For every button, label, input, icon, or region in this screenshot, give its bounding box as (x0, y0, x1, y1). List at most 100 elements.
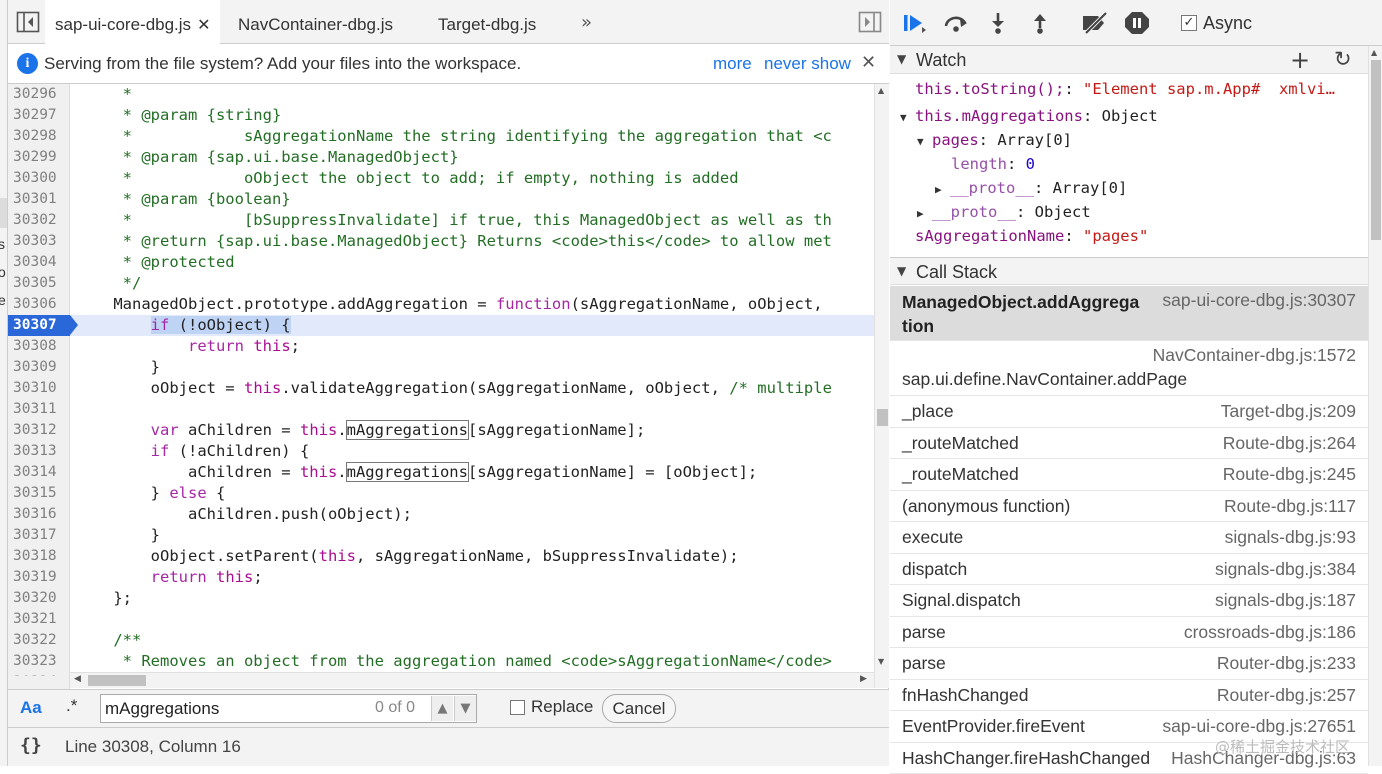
expand-triangle-icon[interactable]: ▼ (917, 130, 932, 154)
scroll-right-icon[interactable]: ▶ (860, 674, 867, 684)
line-number[interactable]: 30298 (8, 126, 70, 147)
code-line[interactable]: 30306 ManagedObject.prototype.addAggrega… (8, 294, 874, 315)
code-text[interactable]: * sAggregationName the string identifyin… (76, 126, 832, 147)
code-line[interactable]: 30315 } else { (8, 483, 874, 504)
code-line[interactable]: 30305 */ (8, 273, 874, 294)
code-line[interactable]: 30323 * Removes an object from the aggre… (8, 651, 874, 672)
scrollbar-thumb[interactable] (88, 675, 146, 686)
code-line[interactable]: 30316 aChildren.push(oObject); (8, 504, 874, 525)
line-number[interactable]: 30310 (8, 378, 70, 399)
call-frame[interactable]: _routeMatchedRoute-dbg.js:264 (890, 428, 1368, 460)
scrollbar-thumb[interactable] (877, 409, 888, 426)
line-number[interactable]: 30296 (8, 84, 70, 105)
regex-button[interactable]: .* (66, 696, 77, 716)
code-line[interactable]: 30319 return this; (8, 567, 874, 588)
never-show-link[interactable]: never show (764, 54, 851, 74)
code-line[interactable]: 30322 /** (8, 630, 874, 651)
scroll-up-icon[interactable]: ▲ (878, 86, 884, 95)
code-text[interactable]: * oObject the object to add; if empty, n… (76, 168, 739, 189)
code-text[interactable]: return this; (76, 336, 300, 357)
line-number[interactable]: 30322 (8, 630, 70, 651)
line-number[interactable]: 30301 (8, 189, 70, 210)
call-frame[interactable]: dispatchsignals-dbg.js:384 (890, 554, 1368, 586)
scrollbar-thumb[interactable] (1371, 60, 1381, 240)
code-text[interactable]: return this; (76, 567, 263, 588)
collapse-triangle-icon[interactable]: ▼ (897, 264, 906, 278)
code-text[interactable]: if (!aChildren) { (76, 441, 309, 462)
code-text[interactable]: * (76, 84, 132, 105)
code-line[interactable]: 30300 * oObject the object to add; if em… (8, 168, 874, 189)
call-frame[interactable]: sap.ui.define.NavContainer.addPageNavCon… (890, 341, 1368, 396)
code-text[interactable]: aChildren = this.mAggregations[sAggregat… (76, 462, 757, 483)
match-case-button[interactable]: Aa (20, 698, 42, 718)
scroll-down-icon[interactable]: ▼ (878, 657, 884, 666)
scroll-left-icon[interactable]: ◀ (74, 674, 81, 684)
line-number[interactable]: 30324 (8, 672, 70, 676)
watch-property[interactable]: ▼pages: Array[0] (917, 128, 1072, 152)
code-line[interactable]: 30296 * (8, 84, 874, 105)
pretty-print-button[interactable]: {} (20, 735, 42, 756)
code-line[interactable]: 30304 * @protected (8, 252, 874, 273)
code-line[interactable]: 30312 var aChildren = this.mAggregations… (8, 420, 874, 441)
code-line[interactable]: 30311 (8, 399, 874, 420)
call-frame[interactable]: Signal.dispatchsignals-dbg.js:187 (890, 585, 1368, 617)
call-frame[interactable]: (anonymous function)Route-dbg.js:117 (890, 491, 1368, 523)
watch-property[interactable]: ▶__proto__: Object (917, 200, 1091, 224)
line-number[interactable]: 30304 (8, 252, 70, 273)
code-text[interactable]: * @protected (76, 252, 235, 273)
replace-checkbox[interactable] (510, 700, 525, 715)
code-line[interactable]: 30318 oObject.setParent(this, sAggregati… (8, 546, 874, 567)
close-tab-icon[interactable]: ✕ (197, 17, 210, 34)
line-number[interactable]: 30319 (8, 567, 70, 588)
call-stack-section-header[interactable]: ▼ Call Stack (890, 257, 1368, 285)
code-line[interactable]: 30313 if (!aChildren) { (8, 441, 874, 462)
scroll-up-icon[interactable]: ▲ (1371, 48, 1377, 57)
call-frame[interactable]: executesignals-dbg.js:93 (890, 522, 1368, 554)
tab-sap-ui-core[interactable]: sap-ui-core-dbg.js✕ (45, 0, 220, 45)
close-icon[interactable]: ✕ (861, 52, 876, 73)
cancel-button[interactable]: Cancel (602, 694, 676, 723)
code-text[interactable]: */ (76, 273, 141, 294)
pause-on-exceptions-icon[interactable] (1124, 11, 1150, 35)
line-number[interactable]: 30303 (8, 231, 70, 252)
async-checkbox[interactable]: ✓ (1181, 15, 1197, 31)
expand-triangle-icon[interactable]: ▼ (900, 106, 915, 130)
code-line[interactable]: 30314 aChildren = this.mAggregations[sAg… (8, 462, 874, 483)
code-text[interactable]: * @return {sap.ui.base.ManagedObject} Re… (76, 231, 832, 252)
code-line[interactable]: 30317 } (8, 525, 874, 546)
call-frame[interactable]: _placeTarget-dbg.js:209 (890, 396, 1368, 428)
code-text[interactable]: } else { (76, 483, 225, 504)
code-text[interactable]: if (!oObject) { (76, 315, 291, 336)
code-text[interactable]: } (76, 525, 160, 546)
code-text[interactable]: * @param {sap.ui.base.ManagedObject} (76, 147, 459, 168)
code-text[interactable]: * @param {boolean} (76, 189, 291, 210)
expand-triangle-icon[interactable]: ▶ (935, 178, 950, 202)
line-number[interactable]: 30300 (8, 168, 70, 189)
current-execution-line[interactable]: 30307 if (!oObject) { (8, 315, 874, 336)
refresh-icon[interactable]: ↻ (1334, 47, 1352, 71)
line-number[interactable]: 30323 (8, 651, 70, 672)
search-field[interactable]: 0 of 0 ▲ ▼ (100, 694, 477, 723)
double-chevron-right-icon[interactable]: » (581, 12, 592, 33)
line-number[interactable]: 30312 (8, 420, 70, 441)
code-text[interactable]: oObject = this.validateAggregation(sAggr… (76, 378, 832, 399)
watch-expression[interactable]: ▼this.mAggregations: Object (900, 104, 1158, 128)
code-text[interactable]: * Removes an object from the aggregation… (76, 651, 832, 672)
code-line[interactable]: 30303 * @return {sap.ui.base.ManagedObje… (8, 231, 874, 252)
call-frame[interactable]: parseRouter-dbg.js:233 (890, 648, 1368, 680)
search-input[interactable] (105, 698, 365, 720)
call-frame[interactable]: parsecrossroads-dbg.js:186 (890, 617, 1368, 649)
code-line[interactable]: 30310 oObject = this.validateAggregation… (8, 378, 874, 399)
code-text[interactable]: } (76, 357, 160, 378)
watch-property[interactable]: ▶__proto__: Array[0] (935, 176, 1127, 200)
code-text[interactable]: var aChildren = this.mAggregations[sAggr… (76, 420, 645, 441)
watch-expression[interactable]: this.toString();: "Element sap.m.App# xm… (915, 77, 1335, 101)
line-number[interactable]: 30297 (8, 105, 70, 126)
toggle-navigator-icon[interactable] (16, 11, 40, 33)
line-number[interactable]: 30317 (8, 525, 70, 546)
line-number[interactable]: 30321 (8, 609, 70, 630)
code-line[interactable]: 30298 * sAggregationName the string iden… (8, 126, 874, 147)
code-text[interactable]: /** (76, 630, 141, 651)
watch-expression[interactable]: sAggregationName: "pages" (915, 224, 1148, 248)
line-number[interactable]: 30315 (8, 483, 70, 504)
